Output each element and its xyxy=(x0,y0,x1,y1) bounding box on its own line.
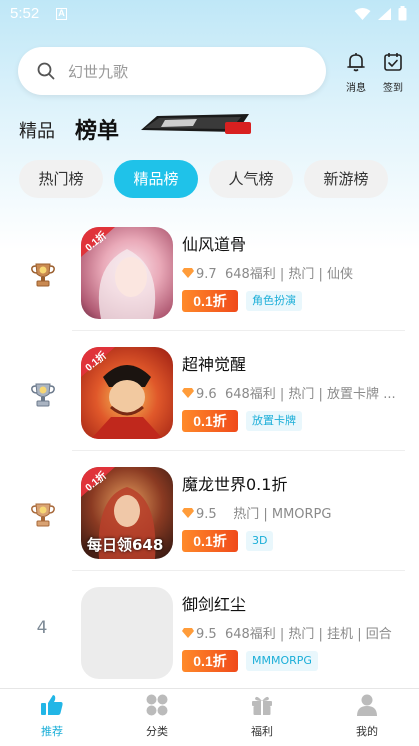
genre-tag: 角色扮演 xyxy=(246,291,302,311)
game-score: 9.5 xyxy=(196,507,217,522)
game-name: 超神觉醒 xyxy=(182,355,247,374)
discount-badge: 0.1折 xyxy=(182,650,238,672)
nav-recommend-label: 推荐 xyxy=(41,725,63,738)
game-score: 9.6 xyxy=(196,387,217,402)
rank-number: 4 xyxy=(36,618,48,638)
search-icon xyxy=(37,62,55,80)
diamond-icon xyxy=(182,628,194,638)
game-promo-logo[interactable] xyxy=(137,108,255,138)
battery-icon xyxy=(398,6,407,21)
tab-ranking[interactable]: 榜单 xyxy=(75,113,119,145)
game-icon: 0.1折 xyxy=(81,227,173,319)
chip-new[interactable]: 新游榜 xyxy=(304,160,388,198)
notification-icon: A xyxy=(56,8,67,20)
tab-featured[interactable]: 精品 xyxy=(19,117,55,143)
game-score: 9.5 xyxy=(196,627,217,642)
discount-badge: 0.1折 xyxy=(182,530,238,552)
diamond-icon xyxy=(182,268,194,278)
messages-label: 消息 xyxy=(346,83,366,94)
nav-mine-label: 我的 xyxy=(356,725,378,738)
nav-mine[interactable]: 我的 xyxy=(337,693,397,739)
status-bar: 5:52 A xyxy=(0,0,419,28)
diamond-icon xyxy=(182,508,194,518)
wifi-icon xyxy=(354,7,371,20)
game-meta: 9.7 648福利 | 热门 | 仙侠 xyxy=(182,263,402,282)
nav-welfare[interactable]: 福利 xyxy=(232,693,292,739)
genre-tag: 3D xyxy=(246,531,274,551)
game-icon-placeholder xyxy=(81,587,173,679)
trophy-icon xyxy=(31,503,55,527)
game-meta-text: 648福利 | 热门 | 挂机 | 回合 xyxy=(224,627,392,642)
genre-tag: 放置卡牌 xyxy=(246,411,302,431)
game-meta-text: 热门 | MMORPG xyxy=(233,507,332,522)
game-meta-text: 648福利 | 热门 | 仙侠 xyxy=(224,267,354,282)
status-icons xyxy=(354,6,407,21)
search-input[interactable]: 幻世九歌 xyxy=(18,47,326,95)
calendar-check-icon xyxy=(384,53,402,71)
icon-caption: 每日领648 xyxy=(87,536,164,554)
list-item[interactable]: 4 御剑红尘 9.5 648福利 | 热门 | 挂机 | 回合 0.1折 MMM… xyxy=(0,571,419,691)
genre-tag: MMMORPG xyxy=(246,651,318,671)
nav-category[interactable]: 分类 xyxy=(127,693,187,739)
game-name: 仙风道骨 xyxy=(182,235,247,254)
discount-badge: 0.1折 xyxy=(182,290,238,312)
checkin-label: 签到 xyxy=(383,83,403,94)
grid-icon xyxy=(146,694,168,716)
chip-hot[interactable]: 热门榜 xyxy=(19,160,103,198)
status-time: 5:52 xyxy=(10,5,40,22)
trophy-icon xyxy=(31,263,55,287)
trophy-icon xyxy=(31,383,55,407)
search-placeholder: 幻世九歌 xyxy=(68,63,129,81)
discount-badge: 0.1折 xyxy=(182,410,238,432)
thumbs-up-icon xyxy=(41,695,63,715)
nav-welfare-label: 福利 xyxy=(251,725,273,738)
bottom-nav: 推荐 分类 福利 我的 xyxy=(0,688,419,746)
game-score: 9.7 xyxy=(196,267,217,282)
messages-button[interactable]: 消息 xyxy=(341,51,371,94)
checkin-button[interactable]: 签到 xyxy=(378,51,408,94)
signal-icon xyxy=(378,7,391,20)
game-meta: 9.5 648福利 | 热门 | 挂机 | 回合 xyxy=(182,623,402,642)
diamond-icon xyxy=(182,388,194,398)
game-name: 御剑红尘 xyxy=(182,595,247,614)
list-item[interactable]: 0.1折 每日领648 魔龙世界0.1折 9.5 热门 | MMORPG 0.1… xyxy=(0,451,419,571)
game-meta: 9.5 热门 | MMORPG xyxy=(182,503,402,522)
list-item[interactable]: 0.1折 超神觉醒 9.6 648福利 | 热门 | 放置卡牌 ... 0.1折… xyxy=(0,331,419,451)
game-icon: 0.1折 xyxy=(81,347,173,439)
game-name: 魔龙世界0.1折 xyxy=(182,475,288,494)
game-icon: 0.1折 每日领648 xyxy=(81,467,173,559)
user-icon xyxy=(357,694,377,716)
game-meta: 9.6 648福利 | 热门 | 放置卡牌 ... xyxy=(182,383,402,402)
chip-premium[interactable]: 精品榜 xyxy=(114,160,198,198)
gift-icon xyxy=(252,696,272,715)
game-meta-text: 648福利 | 热门 | 放置卡牌 ... xyxy=(224,387,396,402)
bell-icon xyxy=(347,53,365,72)
chip-popular[interactable]: 人气榜 xyxy=(209,160,293,198)
nav-recommend[interactable]: 推荐 xyxy=(22,693,82,739)
nav-category-label: 分类 xyxy=(146,725,168,738)
list-item[interactable]: 0.1折 仙风道骨 9.7 648福利 | 热门 | 仙侠 0.1折 角色扮演 xyxy=(0,211,419,331)
